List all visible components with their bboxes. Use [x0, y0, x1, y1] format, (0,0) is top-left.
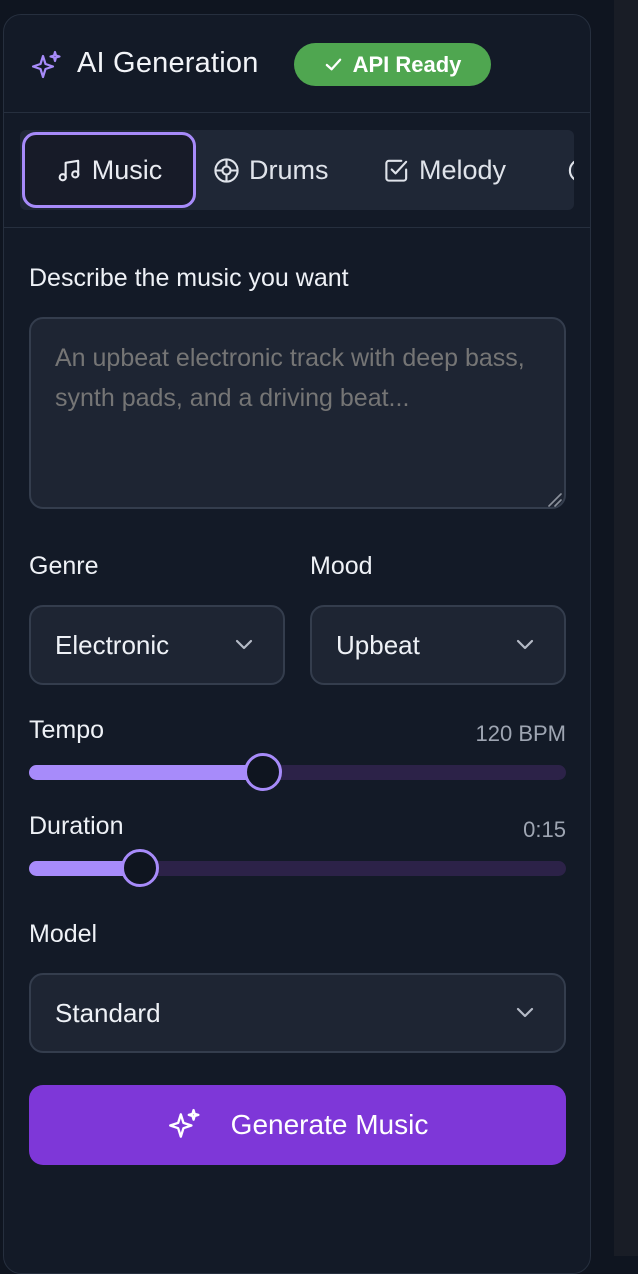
tab-overflow[interactable] [567, 132, 574, 208]
genre-label: Genre [29, 552, 99, 580]
mood-value: Upbeat [336, 629, 420, 660]
genre-value: Electronic [55, 629, 170, 660]
music-note-icon [58, 159, 80, 181]
chevron-down-icon [235, 639, 253, 650]
model-value: Standard [55, 997, 161, 1028]
tempo-value: 120 BPM [475, 721, 567, 746]
prompt-textarea[interactable] [29, 317, 566, 509]
mood-label: Mood [310, 552, 373, 580]
check-icon [325, 58, 341, 71]
right-panel-edge [614, 0, 638, 1256]
checkbox-icon [385, 159, 408, 182]
panel-header: AI Generation API Ready [4, 15, 590, 113]
tempo-slider[interactable] [29, 753, 566, 791]
duration-slider[interactable] [29, 849, 566, 887]
tab-music-label: Music [91, 154, 163, 185]
sparkle-icon [168, 1108, 200, 1138]
tempo-label: Tempo [29, 716, 105, 744]
duration-label: Duration [29, 812, 124, 840]
chevron-down-icon [516, 1007, 534, 1018]
tab-drums-label: Drums [249, 154, 329, 185]
generate-music-label: Generate Music [230, 1109, 429, 1140]
chevron-down-icon [516, 639, 534, 650]
sparkle-icon [31, 50, 61, 79]
model-select[interactable]: Standard [29, 973, 566, 1053]
ai-generation-panel: AI Generation API Ready Music Drums Melo… [3, 14, 591, 1274]
mood-select[interactable]: Upbeat [310, 605, 566, 685]
genre-select[interactable]: Electronic [29, 605, 285, 685]
tab-drums[interactable]: Drums [213, 132, 329, 208]
status-badge-label: API Ready [352, 51, 462, 77]
tempo-slider-fill [29, 765, 267, 780]
tab-music[interactable]: Music [22, 132, 196, 208]
tempo-slider-thumb[interactable] [243, 753, 282, 791]
prompt-label: Describe the music you want [29, 264, 349, 292]
duration-slider-thumb[interactable] [121, 849, 160, 887]
duration-value: 0:15 [523, 817, 566, 842]
resize-grip-icon[interactable] [546, 491, 562, 507]
panel-title: AI Generation [77, 47, 259, 79]
status-badge: API Ready [294, 43, 491, 86]
tab-melody[interactable]: Melody [383, 132, 506, 208]
drum-icon [214, 157, 239, 183]
tab-overflow-icon [568, 160, 574, 180]
tab-melody-label: Melody [419, 154, 507, 185]
model-label: Model [29, 920, 98, 948]
generate-music-button[interactable]: Generate Music [29, 1085, 566, 1165]
divider [4, 227, 590, 228]
tab-bar: Music Drums Melody [20, 130, 574, 210]
